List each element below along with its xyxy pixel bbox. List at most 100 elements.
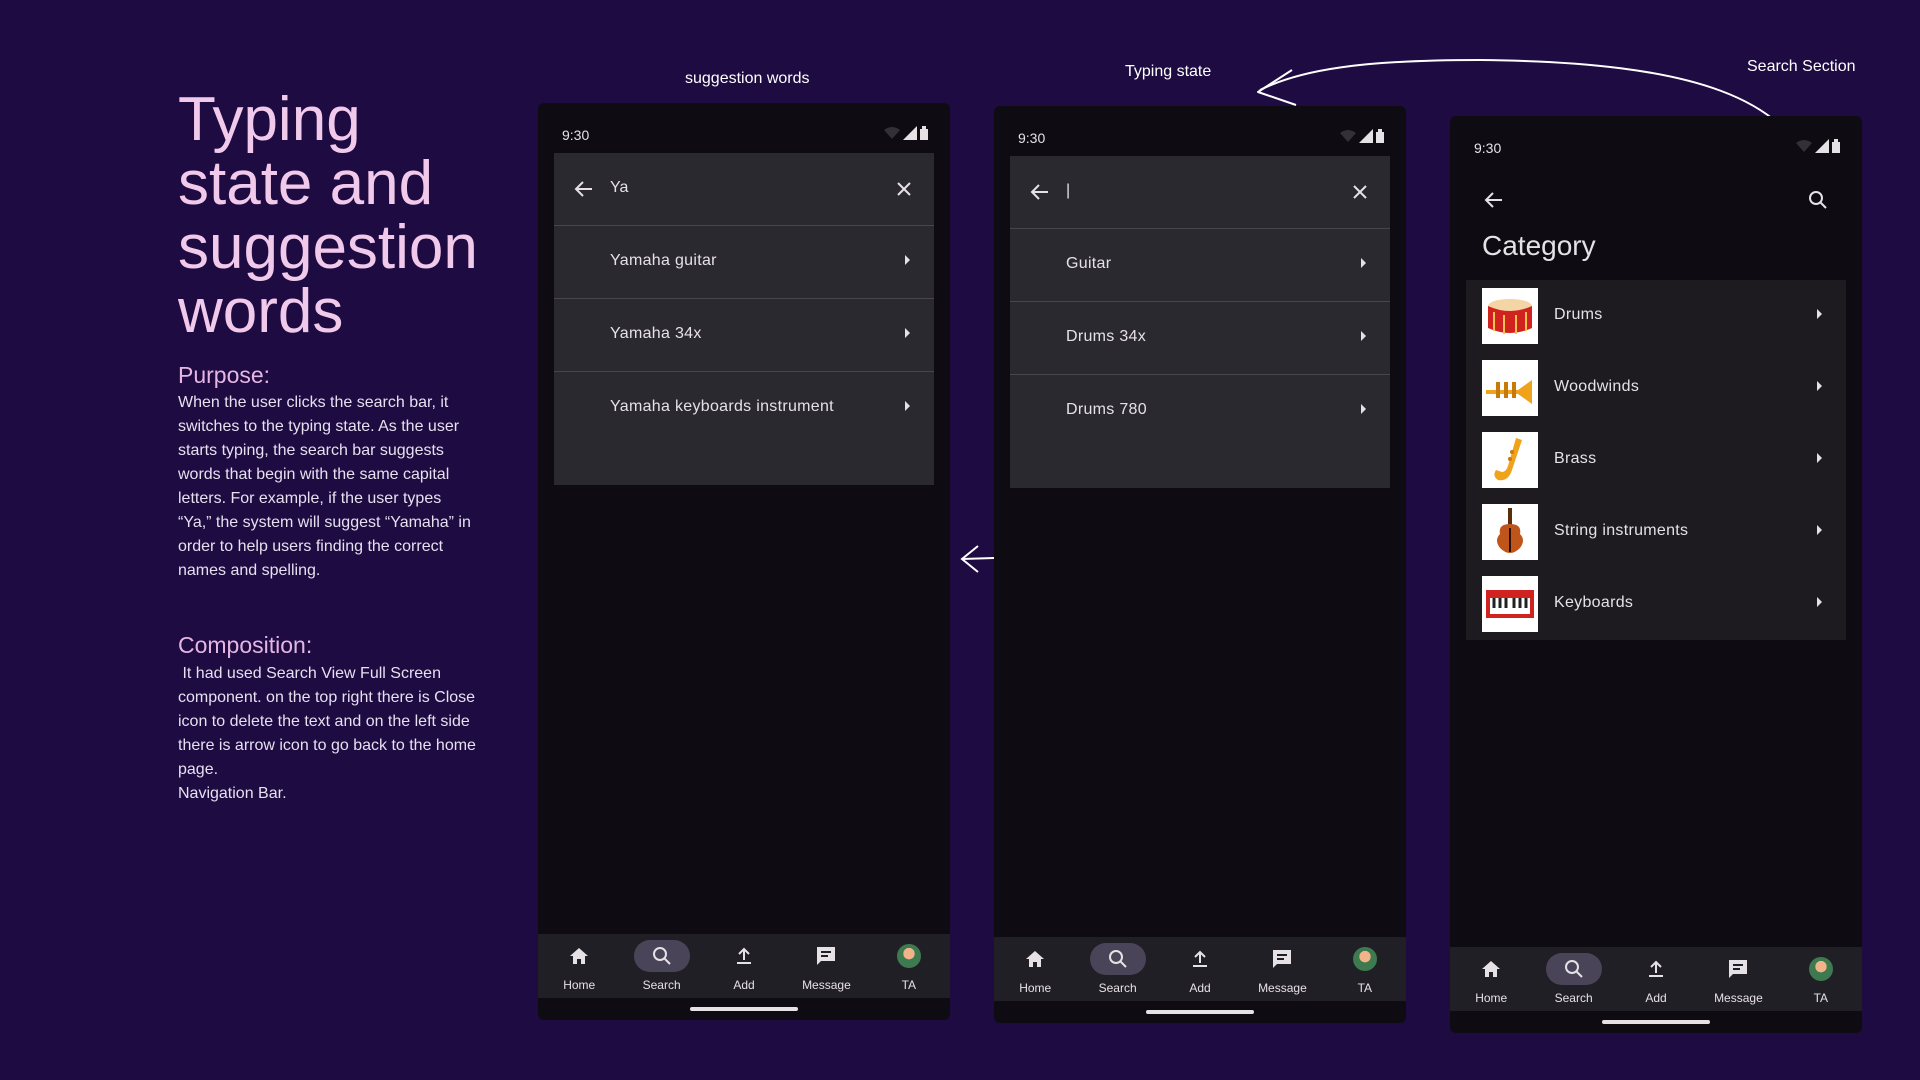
saxophone-icon <box>1482 432 1538 488</box>
chevron-right-icon <box>1817 309 1822 319</box>
category-item-brass[interactable]: Brass <box>1466 424 1846 496</box>
search-bar[interactable]: Ya <box>554 153 934 226</box>
status-time: 9:30 <box>562 127 590 143</box>
nav-label: Message <box>1714 991 1763 1005</box>
back-arrow-icon[interactable] <box>1482 188 1506 212</box>
nav-search[interactable]: Search <box>1532 947 1614 1011</box>
status-bar: 9:30 <box>1450 116 1862 176</box>
close-icon[interactable] <box>1348 180 1372 204</box>
violin-icon <box>1482 504 1538 560</box>
category-label: Brass <box>1554 450 1597 467</box>
avatar <box>1808 957 1833 981</box>
keyboard-instrument-icon <box>1482 576 1538 632</box>
battery-icon <box>1832 139 1840 153</box>
category-label: Keyboards <box>1554 594 1634 611</box>
suggestion-item[interactable]: Guitar <box>1010 229 1390 302</box>
message-icon <box>817 947 836 965</box>
search-icon <box>652 947 671 965</box>
search-bar[interactable]: | <box>1010 156 1390 229</box>
home-icon <box>1026 951 1045 967</box>
home-indicator[interactable] <box>1146 1010 1254 1014</box>
suggestion-item[interactable]: Yamaha keyboards instrument <box>554 372 934 444</box>
suggestion-label: Drums 780 <box>1066 401 1147 418</box>
chevron-right-icon <box>1817 597 1822 607</box>
avatar <box>896 944 921 968</box>
upload-icon <box>1193 950 1208 967</box>
close-icon[interactable] <box>892 177 916 201</box>
nav-label: Add <box>733 978 755 992</box>
nav-label: Search <box>1098 981 1137 995</box>
category-label: Woodwinds <box>1554 378 1640 395</box>
nav-label: Add <box>1189 981 1211 995</box>
nav-home[interactable]: Home <box>1450 947 1532 1011</box>
signal-icon <box>903 126 917 140</box>
home-indicator[interactable] <box>690 1007 798 1011</box>
search-input[interactable]: Ya <box>610 179 628 197</box>
suggestion-label: Drums 34x <box>1066 328 1147 345</box>
nav-label: Search <box>642 978 681 992</box>
status-time: 9:30 <box>1018 130 1046 146</box>
nav-home[interactable]: Home <box>538 934 620 998</box>
nav-add[interactable]: Add <box>1159 937 1241 1001</box>
nav-label: Message <box>1258 981 1307 995</box>
phone-typing-state: 9:30 | Guitar Drums 34x Drums 780 Home S… <box>994 106 1406 1023</box>
nav-profile[interactable]: TA <box>868 934 950 998</box>
nav-label: Add <box>1645 991 1667 1005</box>
chevron-right-icon <box>1817 525 1822 535</box>
nav-home[interactable]: Home <box>994 937 1076 1001</box>
category-list: Drums Woodwinds Brass String instruments… <box>1466 280 1846 640</box>
status-icons <box>1796 139 1840 153</box>
category-title: Category <box>1482 230 1596 261</box>
signal-icon <box>1815 139 1829 153</box>
drum-icon <box>1482 288 1538 344</box>
nav-profile[interactable]: TA <box>1324 937 1406 1001</box>
category-item-woodwinds[interactable]: Woodwinds <box>1466 352 1846 424</box>
category-item-drums[interactable]: Drums <box>1466 280 1846 352</box>
search-icon <box>1564 960 1583 978</box>
chevron-right-icon <box>1817 453 1822 463</box>
search-input[interactable]: | <box>1066 182 1070 200</box>
suggestion-item[interactable]: Drums 780 <box>1010 375 1390 447</box>
chevron-right-icon <box>905 401 910 411</box>
category-label: Drums <box>1554 306 1603 323</box>
battery-icon <box>920 126 928 140</box>
suggestion-item[interactable]: Drums 34x <box>1010 302 1390 375</box>
message-icon <box>1273 950 1292 968</box>
navigation-bar: Home Search Add Message TA <box>1450 947 1862 1011</box>
search-icon[interactable] <box>1806 188 1830 212</box>
nav-add[interactable]: Add <box>1615 947 1697 1011</box>
search-view: Ya Yamaha guitar Yamaha 34x Yamaha keybo… <box>554 153 934 485</box>
status-time: 9:30 <box>1474 140 1502 156</box>
suggestion-label: Yamaha 34x <box>610 325 702 342</box>
suggestion-label: Yamaha keyboards instrument <box>610 398 834 415</box>
nav-message[interactable]: Message <box>1241 937 1323 1001</box>
nav-message[interactable]: Message <box>785 934 867 998</box>
category-item-string-instruments[interactable]: String instruments <box>1466 496 1846 568</box>
nav-message[interactable]: Message <box>1697 947 1779 1011</box>
nav-add[interactable]: Add <box>703 934 785 998</box>
status-icons <box>884 126 928 140</box>
home-icon <box>1482 961 1501 977</box>
back-arrow-icon[interactable] <box>1028 180 1052 204</box>
home-icon <box>570 948 589 964</box>
suggestion-item[interactable]: Yamaha guitar <box>554 226 934 299</box>
category-item-keyboards[interactable]: Keyboards <box>1466 568 1846 640</box>
nav-search[interactable]: Search <box>1076 937 1158 1001</box>
search-icon <box>1108 950 1127 968</box>
navigation-bar: Home Search Add Message TA <box>538 934 950 998</box>
back-arrow-icon[interactable] <box>572 177 596 201</box>
wifi-icon <box>1340 130 1356 142</box>
category-label: String instruments <box>1554 522 1689 539</box>
chevron-right-icon <box>905 255 910 265</box>
nav-search[interactable]: Search <box>620 934 702 998</box>
nav-label: TA <box>901 978 917 992</box>
upload-icon <box>737 947 752 964</box>
upload-icon <box>1649 960 1664 977</box>
home-indicator[interactable] <box>1602 1020 1710 1024</box>
chevron-right-icon <box>1361 258 1366 268</box>
avatar <box>1352 947 1377 971</box>
nav-profile[interactable]: TA <box>1780 947 1862 1011</box>
suggestion-item[interactable]: Yamaha 34x <box>554 299 934 372</box>
wifi-icon <box>1796 140 1812 152</box>
nav-label: Message <box>802 978 851 992</box>
